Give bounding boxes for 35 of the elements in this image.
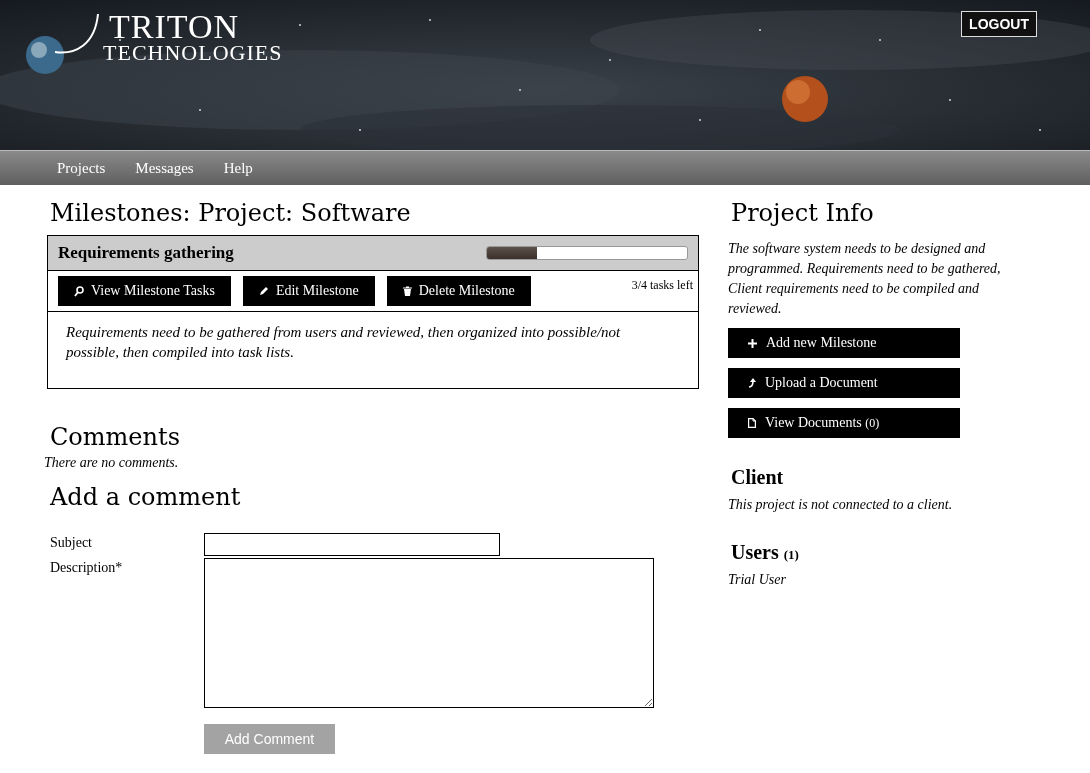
- nav-link[interactable]: Help: [223, 159, 253, 177]
- client-heading: Client: [731, 466, 785, 489]
- logo-subtitle: TECHNOLOGIES: [103, 42, 283, 64]
- project-info-heading: Project Info: [731, 199, 875, 227]
- milestone-description: Requirements need to be gathered from users and reviewed, then organized into possible/not possible, then compiled into task lists.: [64, 323, 622, 362]
- no-comments-text: There are no comments.: [44, 455, 180, 471]
- nav-link[interactable]: Messages: [135, 159, 194, 177]
- trash-icon: [402, 286, 412, 296]
- comments-heading: Comments: [50, 423, 181, 451]
- project-description: The software system needs to be designed and programmed. Requirements need to be gathered, Client requirements need to be compiled and reviewed.: [728, 240, 1002, 318]
- field-label: Description*: [50, 559, 124, 576]
- upload-arrow-icon: [748, 378, 756, 388]
- nav-link[interactable]: Projects: [57, 159, 106, 177]
- client-text: This project is not connected to a client.: [728, 497, 954, 513]
- field-label: Subject: [50, 534, 93, 551]
- project-action-button[interactable]: View Documents (0): [728, 408, 960, 438]
- plus-icon: [748, 338, 757, 348]
- add-comment-heading: Add a comment: [50, 483, 242, 511]
- document-icon: [748, 418, 756, 428]
- milestone-action-button[interactable]: Delete Milestone: [386, 276, 531, 306]
- project-action-button[interactable]: Add new Milestone: [728, 328, 960, 358]
- user-name: Trial User: [728, 572, 787, 588]
- milestone-action-button[interactable]: Edit Milestone: [242, 276, 375, 306]
- milestone-title: Requirements gathering: [58, 243, 234, 263]
- tasks-left-count: 3/4 tasks left: [631, 278, 693, 293]
- page-title: Milestones: Project: Software: [50, 199, 412, 227]
- description-field[interactable]: [204, 558, 654, 708]
- search-icon: [74, 285, 84, 297]
- project-action-button[interactable]: Upload a Document: [728, 368, 960, 398]
- logout-button[interactable]: LOGOUT: [961, 11, 1037, 37]
- logo-title: TRITON: [109, 10, 241, 44]
- milestone-action-button[interactable]: View Milestone Tasks: [58, 276, 231, 306]
- users-heading: Users (1): [731, 541, 800, 564]
- subject-field[interactable]: [204, 533, 500, 556]
- pencil-icon: [258, 286, 269, 296]
